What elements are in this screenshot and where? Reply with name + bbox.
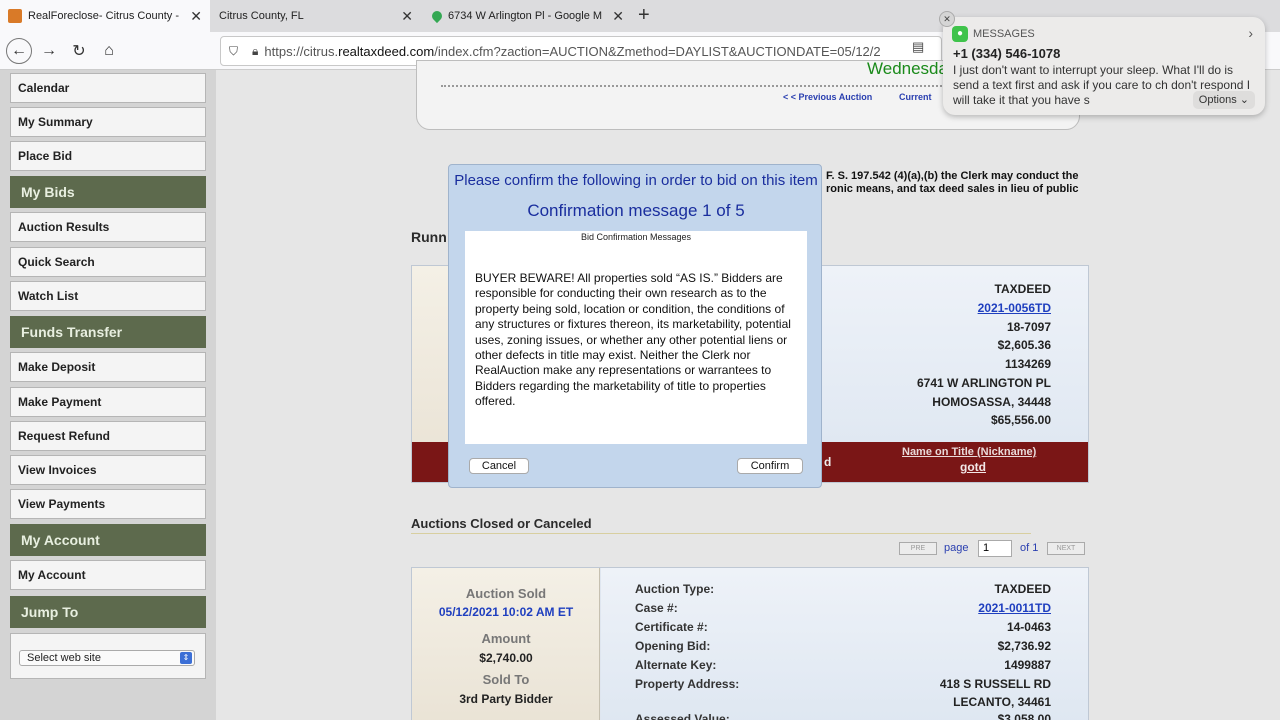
dialog-heading: Please confirm the following in order to… <box>454 172 818 189</box>
name-on-title-label: Name on Title (Nickname) <box>902 446 1037 458</box>
closed-opening-bid-value: $2,736.92 <box>997 639 1051 653</box>
reader-view-icon[interactable]: ▤ <box>912 39 924 55</box>
amount-value: $2,740.00 <box>479 651 533 665</box>
auction-sold-label: Auction Sold <box>465 586 547 601</box>
sidebar-item-view-invoices[interactable]: View Invoices <box>10 455 206 485</box>
opening-bid-value: $2,605.36 <box>997 338 1051 352</box>
new-tab-button[interactable]: + <box>638 4 650 27</box>
bar-partial-text: d <box>824 455 832 469</box>
page-label: page <box>944 542 969 554</box>
sidebar-heading-my-bids: My Bids <box>10 176 206 208</box>
sidebar-item-calendar[interactable]: Calendar <box>10 73 206 103</box>
previous-auction-link[interactable]: < < Previous Auction <box>783 92 872 102</box>
sidebar-item-quick-search[interactable]: Quick Search <box>10 247 206 277</box>
close-tab-icon[interactable]: ✕ <box>190 8 202 25</box>
sidebar-item-view-payments[interactable]: View Payments <box>10 489 206 519</box>
case-number-link[interactable]: 2021-0056TD <box>978 301 1051 315</box>
map-pin-icon <box>429 8 445 24</box>
auction-type-value: TAXDEED <box>994 282 1051 296</box>
certificate-value: 18-7097 <box>1006 320 1051 334</box>
assessed-value: $65,556.00 <box>990 413 1051 427</box>
house-favicon-icon <box>8 9 22 23</box>
close-tab-icon[interactable]: ✕ <box>401 8 413 25</box>
tab-realforeclose[interactable]: RealForeclose- Citrus County - ✕ <box>0 0 210 32</box>
forward-arrow-icon[interactable]: → <box>36 38 62 64</box>
closed-case-number-link[interactable]: 2021-0011TD <box>978 601 1051 615</box>
sidebar-item-my-summary[interactable]: My Summary <box>10 107 206 137</box>
alternate-key-label: Alternate Key: <box>635 658 717 672</box>
back-arrow-icon[interactable]: ← <box>6 38 32 64</box>
case-label: Case #: <box>635 601 678 615</box>
statute-notice: F. S. 197.542 (4)(a),(b) the Clerk may c… <box>826 170 1079 195</box>
reload-icon[interactable]: ↻ <box>66 38 92 64</box>
dialog-subheading: Confirmation message 1 of 5 <box>527 201 745 220</box>
options-button[interactable]: Options ⌄ <box>1192 91 1255 109</box>
page-number-input[interactable]: 1 <box>978 540 1012 557</box>
sidebar-item-auction-results[interactable]: Auction Results <box>10 212 206 242</box>
running-auctions-title: Runn <box>411 229 447 245</box>
shield-icon: ⛉ <box>229 43 239 58</box>
sidebar-item-my-account[interactable]: My Account <box>10 560 206 590</box>
closed-property-city-value: LECANTO, 34461 <box>953 695 1051 709</box>
sidebar-item-place-bid[interactable]: Place Bid <box>10 141 206 171</box>
opening-bid-label: Opening Bid: <box>635 639 711 653</box>
dropdown-arrows-icon: ⇕ <box>180 652 192 664</box>
sold-to-value: 3rd Party Bidder <box>459 692 553 706</box>
url-text: https://citrus.realtaxdeed.com/index.cfm… <box>264 43 881 59</box>
closed-auction-card: Auction Sold 05/12/2021 10:02 AM ET Amou… <box>411 567 1089 720</box>
sold-date-value: 05/12/2021 10:02 AM ET <box>438 605 574 619</box>
sidebar-heading-my-account: My Account <box>10 524 206 556</box>
notification-app-name: MESSAGES <box>973 28 1035 40</box>
certificate-label: Certificate #: <box>635 620 708 634</box>
closed-certificate-value: 14-0463 <box>1006 620 1051 634</box>
current-auction-link[interactable]: Current <box>899 92 932 102</box>
closed-property-address-value: 418 S RUSSELL RD <box>939 677 1051 691</box>
jump-to-panel: Select web site ⇕ <box>10 633 206 679</box>
sidebar-item-request-refund[interactable]: Request Refund <box>10 421 206 451</box>
message-notification[interactable]: ✕ ● MESSAGES › +1 (334) 546-1078 I just … <box>939 11 1265 115</box>
close-icon[interactable]: ✕ <box>939 11 955 27</box>
section-underline <box>411 533 1031 534</box>
closed-assessed-value: $3,058.00 <box>997 712 1051 720</box>
select-web-site-dropdown[interactable]: Select web site ⇕ <box>19 650 195 666</box>
home-icon[interactable]: ⌂ <box>96 38 122 64</box>
sidebar-heading-funds-transfer: Funds Transfer <box>10 316 206 348</box>
closed-alternate-key-value: 1499887 <box>1004 658 1051 672</box>
confirm-button[interactable]: Confirm <box>737 458 803 474</box>
property-city-value: HOMOSASSA, 34448 <box>932 395 1051 409</box>
nickname-value: gotd <box>960 460 986 474</box>
day-name: Wednesda <box>867 59 948 78</box>
sold-to-label: Sold To <box>482 672 530 687</box>
prev-page-button[interactable]: PRE <box>899 542 937 555</box>
assessed-value-label: Assessed Value: <box>635 712 730 720</box>
sidebar: Calendar My Summary Place Bid My Bids Au… <box>0 70 216 720</box>
chevron-down-icon: ⌄ <box>1239 94 1249 106</box>
closed-auction-type-value: TAXDEED <box>994 582 1051 596</box>
next-page-button[interactable]: NEXT <box>1047 542 1085 555</box>
auction-type-label: Auction Type: <box>635 582 715 596</box>
tab-citrus-county[interactable]: Citrus County, FL ✕ <box>211 0 421 32</box>
sidebar-item-make-payment[interactable]: Make Payment <box>10 387 206 417</box>
sidebar-item-make-deposit[interactable]: Make Deposit <box>10 352 206 382</box>
lock-icon: 🔒︎ <box>252 43 259 58</box>
amount-label: Amount <box>481 631 531 646</box>
chevron-right-icon[interactable]: › <box>1248 25 1253 41</box>
cancel-button[interactable]: Cancel <box>469 458 529 474</box>
sidebar-item-watch-list[interactable]: Watch List <box>10 281 206 311</box>
message-box-title: Bid Confirmation Messages <box>580 232 692 242</box>
dialog-message-box: Bid Confirmation Messages BUYER BEWARE! … <box>465 231 807 444</box>
page-of-label: of 1 <box>1020 542 1039 554</box>
sidebar-heading-jump-to: Jump To <box>10 596 206 628</box>
property-address-label: Property Address: <box>635 677 740 691</box>
bid-confirmation-dialog: Please confirm the following in order to… <box>448 164 822 488</box>
alternate-key-value: 1134269 <box>1004 357 1051 371</box>
buyer-beware-text: BUYER BEWARE! All properties sold “AS IS… <box>475 271 791 409</box>
notification-sender: +1 (334) 546-1078 <box>953 46 1061 61</box>
property-address-value: 6741 W ARLINGTON PL <box>916 376 1051 390</box>
closed-auctions-title: Auctions Closed or Canceled <box>411 516 592 531</box>
messages-app-icon: ● <box>952 26 968 42</box>
close-tab-icon[interactable]: ✕ <box>612 8 624 25</box>
tab-google-maps[interactable]: 6734 W Arlington Pl - Google M ✕ <box>424 0 632 32</box>
